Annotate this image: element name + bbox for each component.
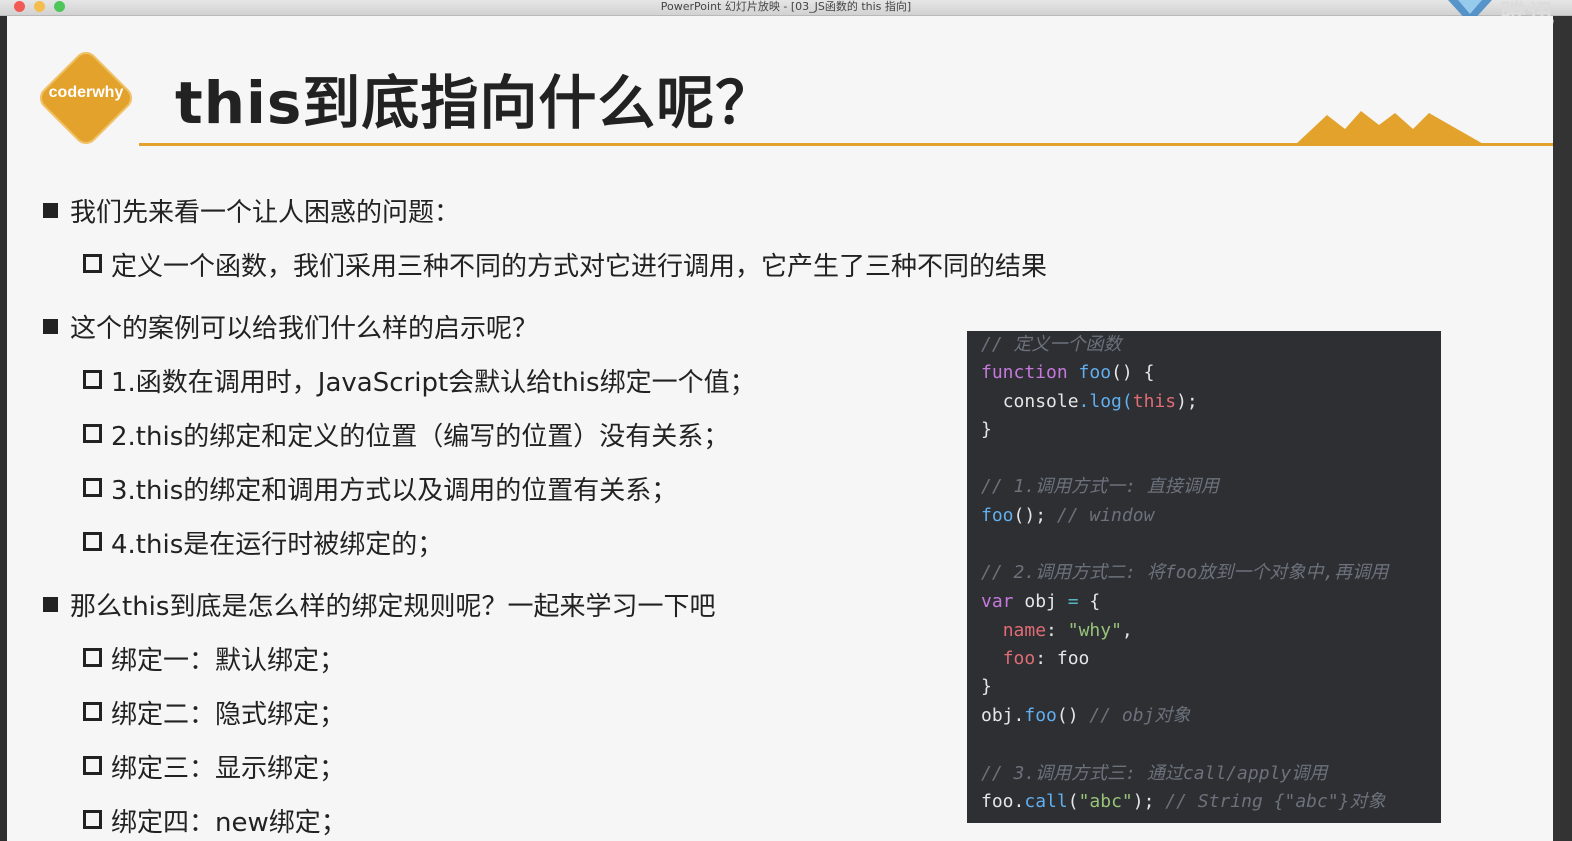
- hollow-square-bullet-icon: [83, 254, 102, 273]
- code-identifier: console: [1002, 391, 1079, 412]
- code-line: function foo() {: [981, 359, 1154, 387]
- code-identifier: obj.: [981, 705, 1025, 726]
- bullet-text: 那么this到底是怎么样的绑定规则呢？一起来学习一下吧: [70, 592, 716, 622]
- code-punctuation: :: [1046, 620, 1068, 641]
- bullet-level2: 绑定二：隐式绑定；: [83, 694, 345, 731]
- bullet-text: 绑定一：默认绑定；: [111, 646, 346, 676]
- hollow-square-bullet-icon: [83, 648, 102, 667]
- bullet-level2: 绑定三：显示绑定；: [83, 748, 345, 785]
- code-comment: // String {"abc"}对象: [1165, 791, 1386, 812]
- window-title: PowerPoint 幻灯片放映 - [03_JS函数的 this 指向]: [660, 0, 912, 13]
- bullet-text: 绑定二：隐式绑定；: [111, 700, 346, 730]
- bullet-text: 绑定四：new绑定；: [111, 808, 347, 838]
- bullet-level1: 我们先来看一个让人困惑的问题：: [43, 192, 460, 229]
- code-function-name: foo: [1024, 705, 1057, 726]
- bullet-level1: 这个的案例可以给我们什么样的启示呢？: [43, 308, 538, 345]
- code-method: call: [1024, 791, 1068, 812]
- code-comment: // 3.调用方式三: 通过call/apply调用: [981, 763, 1328, 784]
- bullet-level2: 1.函数在调用时，JavaScript会默认给this绑定一个值；: [83, 362, 756, 399]
- code-line: name: "why",: [981, 617, 1133, 645]
- bullet-level2: 3.this的绑定和调用方式以及调用的位置有关系；: [83, 470, 677, 507]
- code-function-name: foo: [981, 505, 1014, 526]
- presentation-window: PowerPoint 幻灯片放映 - [03_JS函数的 this 指向] 腾讯…: [0, 0, 1572, 841]
- code-keyword: var: [981, 591, 1014, 612]
- code-identifier: obj: [1013, 591, 1068, 612]
- code-operator: =: [1067, 591, 1079, 612]
- bullet-text: 定义一个函数，我们采用三种不同的方式对它进行调用，它产生了三种不同的结果: [111, 252, 1048, 282]
- code-punctuation: );: [1132, 791, 1155, 812]
- code-block: // 定义一个函数 function foo() { console.log(t…: [967, 331, 1441, 823]
- bullet-level2: 4.this是在运行时被绑定的；: [83, 524, 443, 561]
- bullet-text: 4.this是在运行时被绑定的；: [111, 530, 444, 560]
- code-punctuation: ,: [1121, 620, 1133, 641]
- code-line: foo: foo: [981, 645, 1090, 673]
- hollow-square-bullet-icon: [83, 702, 102, 721]
- hollow-square-bullet-icon: [83, 370, 102, 389]
- bullet-level2: 定义一个函数，我们采用三种不同的方式对它进行调用，它产生了三种不同的结果: [83, 246, 1047, 283]
- code-line: // 3.调用方式三: 通过call/apply调用: [981, 760, 1327, 788]
- bullet-level2: 绑定四：new绑定；: [83, 802, 347, 839]
- left-window-edge: [0, 16, 7, 841]
- code-line: var obj = {: [981, 588, 1100, 616]
- code-string: "why": [1067, 620, 1122, 641]
- slide-title: this到底指向什么呢？: [175, 69, 775, 137]
- code-line: }: [981, 416, 992, 444]
- code-line: console.log(this);: [981, 388, 1198, 416]
- bullet-text: 1.函数在调用时，JavaScript会默认给this绑定一个值；: [111, 368, 756, 398]
- code-identifier: foo.: [981, 791, 1025, 812]
- code-punctuation: }: [981, 419, 992, 440]
- filled-square-bullet-icon: [43, 319, 58, 334]
- bullet-text: 绑定三：显示绑定；: [111, 754, 346, 784]
- hollow-square-bullet-icon: [83, 478, 102, 497]
- code-punctuation: {: [1078, 591, 1101, 612]
- hollow-square-bullet-icon: [83, 810, 102, 829]
- bullet-text: 这个的案例可以给我们什么样的启示呢？: [70, 314, 539, 344]
- filled-square-bullet-icon: [43, 203, 58, 218]
- code-line: obj.foo() // obj对象: [981, 702, 1190, 730]
- code-punctuation: (): [1056, 705, 1079, 726]
- mountains-decoration-icon: [1295, 111, 1485, 145]
- code-keyword: function: [981, 362, 1068, 383]
- code-method: .log(: [1078, 391, 1133, 412]
- hollow-square-bullet-icon: [83, 532, 102, 551]
- code-comment: // 定义一个函数: [981, 334, 1122, 355]
- bullet-level2: 2.this的绑定和定义的位置（编写的位置）没有关系；: [83, 416, 729, 453]
- hollow-square-bullet-icon: [83, 424, 102, 443]
- code-property: foo: [1002, 648, 1036, 669]
- code-line: foo.call("abc"); // String {"abc"}对象: [981, 788, 1386, 816]
- code-comment: // window: [1056, 505, 1155, 526]
- code-comment: // 1.调用方式一: 直接调用: [981, 476, 1219, 497]
- right-window-edge: [1553, 16, 1572, 841]
- code-comment: // 2.调用方式二: 将foo放到一个对象中,再调用: [981, 562, 1389, 583]
- code-comment: // obj对象: [1089, 705, 1191, 726]
- code-punctuation: );: [1176, 391, 1198, 412]
- code-punctuation: }: [981, 676, 992, 697]
- code-function-name: foo: [1078, 362, 1112, 383]
- bullet-text: 3.this的绑定和调用方式以及调用的位置有关系；: [111, 476, 678, 506]
- window-titlebar: PowerPoint 幻灯片放映 - [03_JS函数的 this 指向]: [0, 0, 1572, 16]
- bullet-text: 我们先来看一个让人困惑的问题：: [70, 198, 461, 228]
- code-string: "abc": [1078, 791, 1133, 812]
- code-line: // 定义一个函数: [981, 331, 1122, 359]
- hollow-square-bullet-icon: [83, 756, 102, 775]
- code-punctuation: (: [1067, 791, 1079, 812]
- bullet-level1: 那么this到底是怎么样的绑定规则呢？一起来学习一下吧: [43, 586, 715, 623]
- code-line: // 1.调用方式一: 直接调用: [981, 473, 1219, 501]
- bullet-text: 2.this的绑定和定义的位置（编写的位置）没有关系；: [111, 422, 730, 452]
- code-line: }: [981, 673, 992, 701]
- slide: coderwhy this到底指向什么呢？ 我们先来看一个让人困惑的问题： 定义…: [7, 16, 1553, 841]
- code-punctuation: () {: [1111, 362, 1155, 383]
- code-property: name: [1002, 620, 1047, 641]
- filled-square-bullet-icon: [43, 597, 58, 612]
- code-line: foo(); // window: [981, 502, 1154, 530]
- bullet-level2: 绑定一：默认绑定；: [83, 640, 345, 677]
- logo-text: coderwhy: [48, 84, 124, 101]
- code-keyword: this: [1132, 391, 1177, 412]
- title-divider: [139, 143, 1553, 146]
- code-punctuation: ();: [1013, 505, 1047, 526]
- code-identifier: : foo: [1035, 648, 1090, 669]
- code-line: // 2.调用方式二: 将foo放到一个对象中,再调用: [981, 559, 1388, 587]
